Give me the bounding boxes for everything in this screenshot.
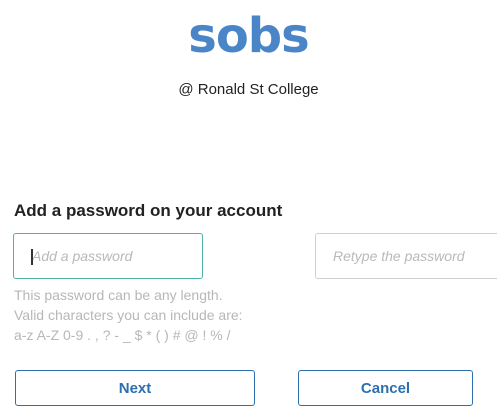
sobs-logo: sobs bbox=[188, 8, 309, 64]
password-hint-characters-list: a-z A-Z 0-9 . , ? - _ $ * ( ) # @ ! % / bbox=[14, 327, 231, 343]
school-name: @ Ronald St College bbox=[178, 81, 319, 98]
next-button[interactable]: Next bbox=[15, 370, 255, 406]
password-hint-characters-heading: Valid characters you can include are: bbox=[14, 307, 243, 323]
password-input[interactable] bbox=[13, 233, 203, 279]
form-title: Add a password on your account bbox=[14, 201, 283, 220]
password-hint-length: This password can be any length. bbox=[14, 287, 223, 303]
text-cursor bbox=[31, 249, 33, 265]
cancel-button[interactable]: Cancel bbox=[298, 370, 473, 406]
retype-password-input[interactable] bbox=[315, 233, 497, 279]
